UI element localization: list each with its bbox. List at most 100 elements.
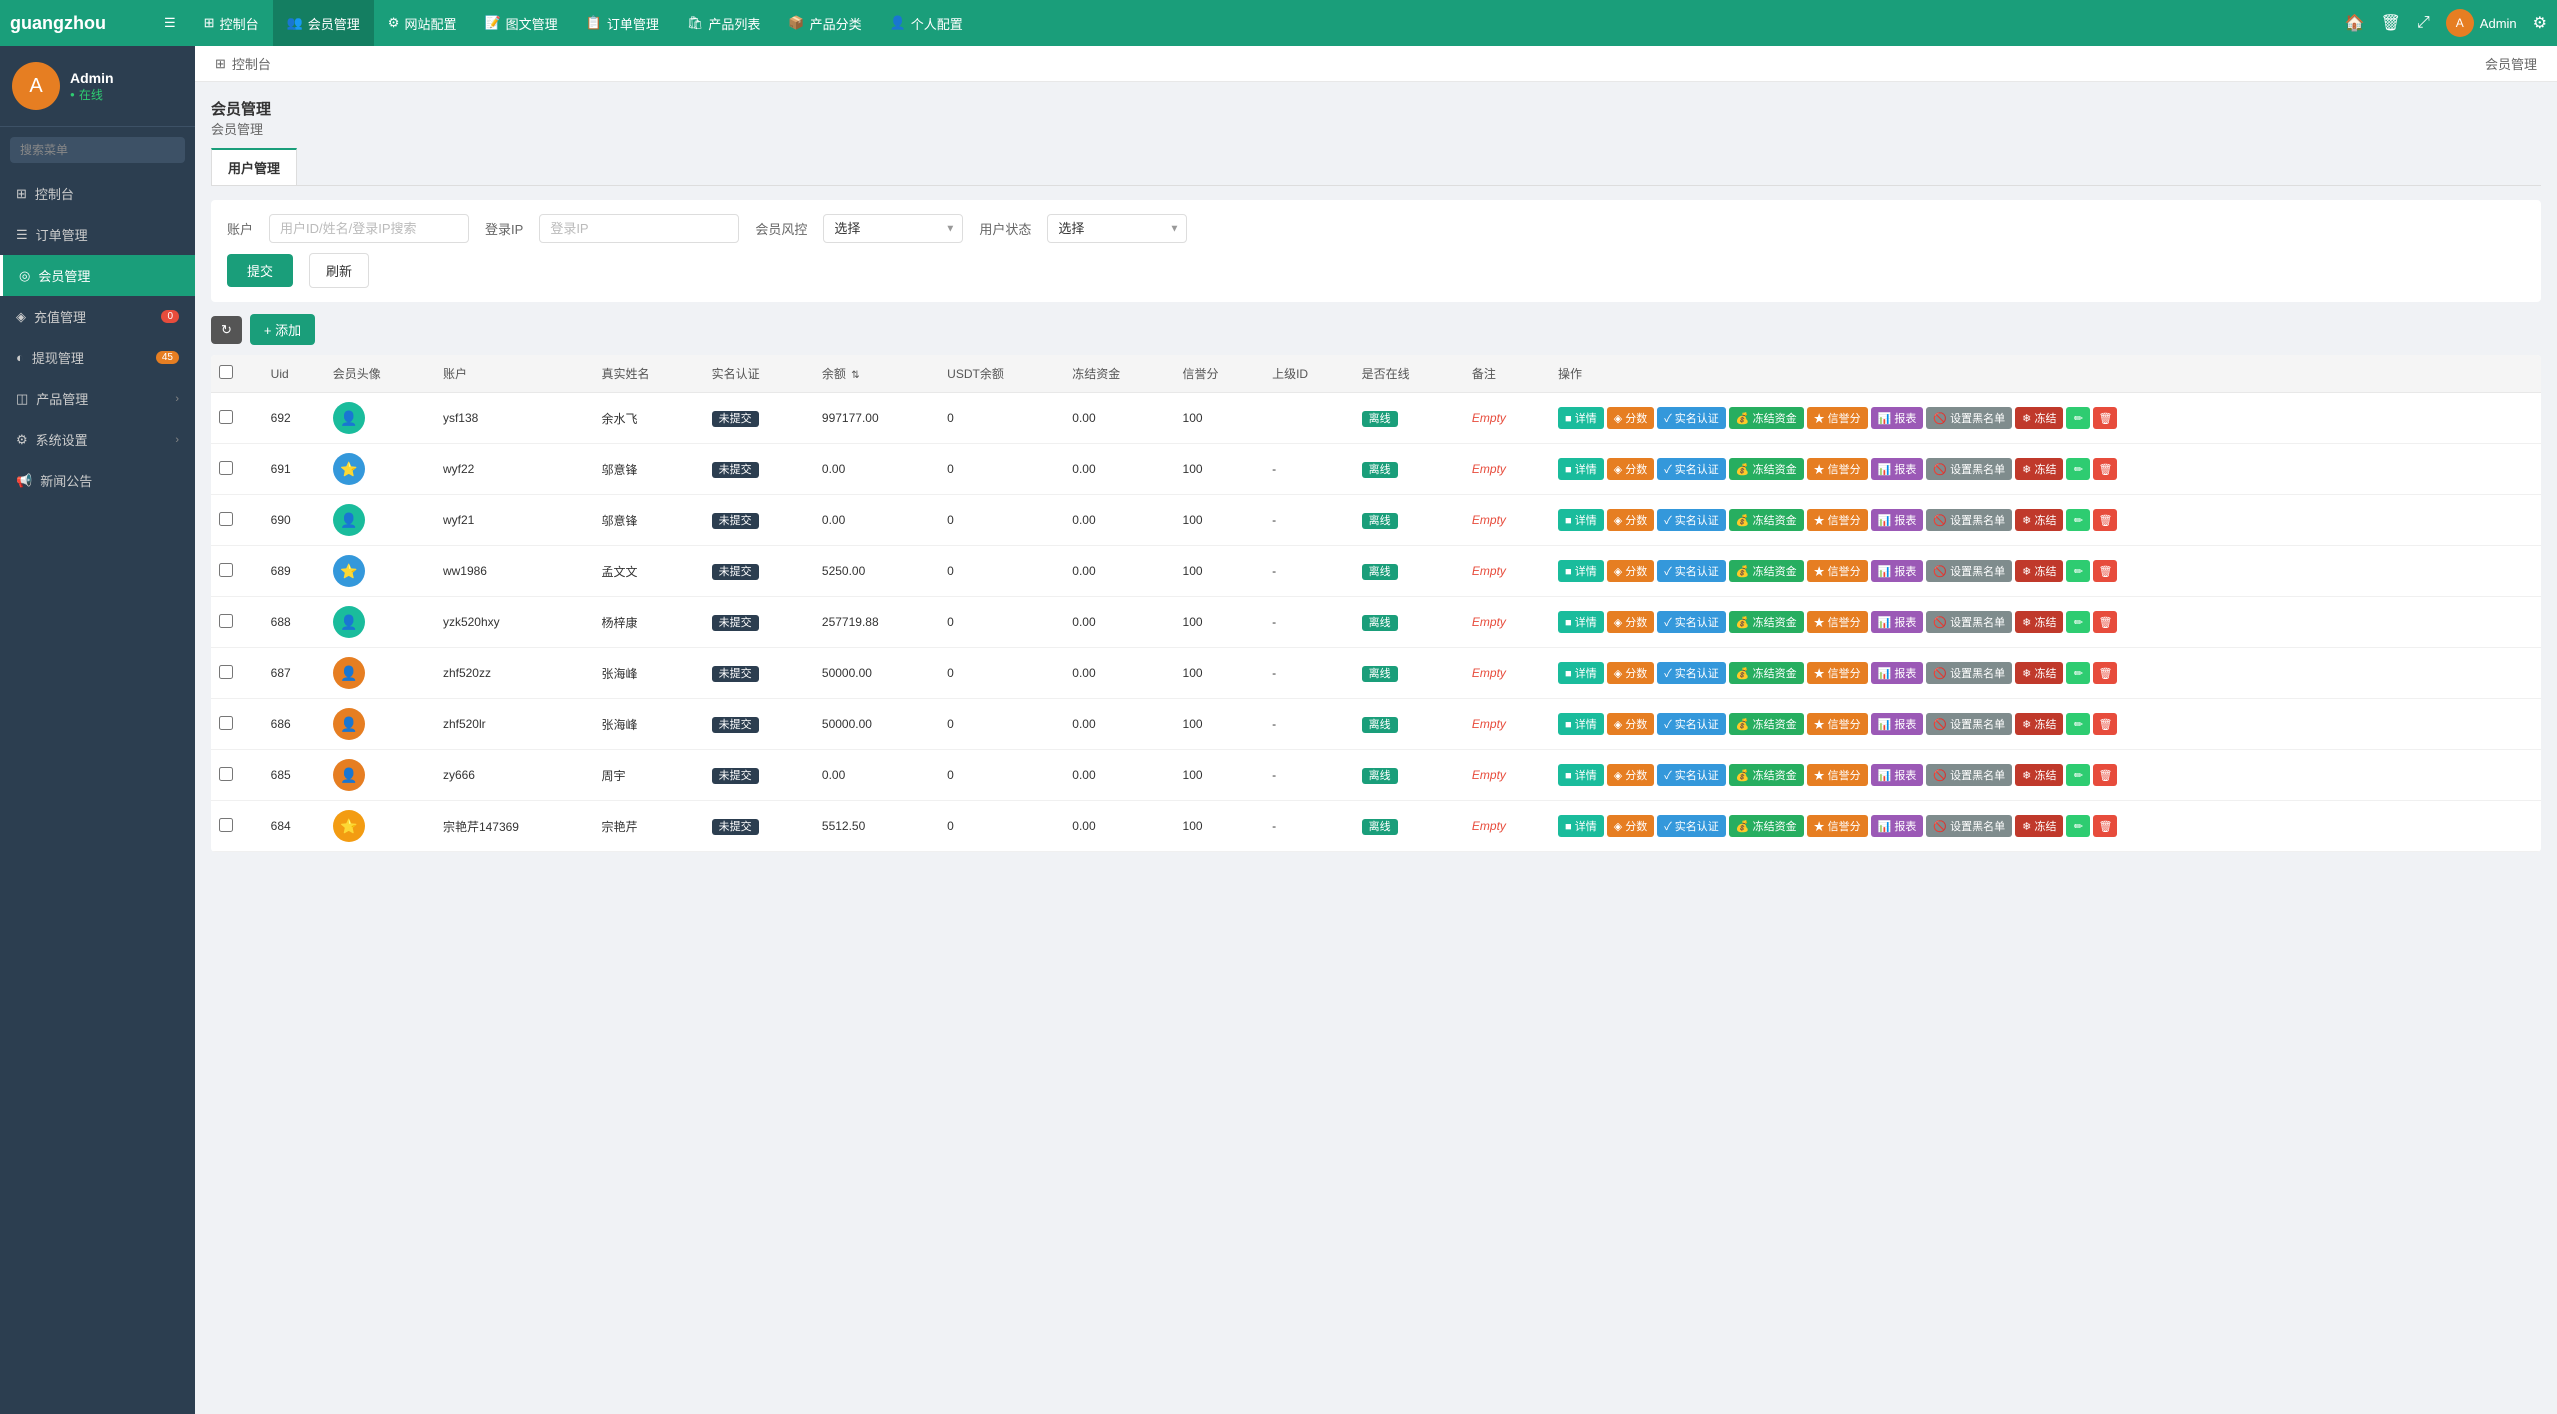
freeze-btn-8[interactable]: ❄ 冻结 bbox=[2015, 815, 2063, 837]
detail-btn-1[interactable]: ■ 详情 bbox=[1558, 458, 1604, 480]
credit-btn-7[interactable]: ★ 信誉分 bbox=[1807, 764, 1868, 786]
expand-icon[interactable]: ⤢ bbox=[2417, 14, 2430, 32]
credit-btn-2[interactable]: ★ 信誉分 bbox=[1807, 509, 1868, 531]
trash-icon[interactable]: 🗑 bbox=[2381, 13, 2401, 33]
score-btn-8[interactable]: ◈ 分数 bbox=[1607, 815, 1655, 837]
verify-btn-8[interactable]: ✓ 实名认证 bbox=[1657, 815, 1726, 837]
delete-btn-8[interactable]: 🗑 bbox=[2093, 815, 2117, 837]
freeze-btn-0[interactable]: ❄ 冻结 bbox=[2015, 407, 2063, 429]
score-btn-5[interactable]: ◈ 分数 bbox=[1607, 662, 1655, 684]
edit-btn-7[interactable]: ✏ bbox=[2066, 764, 2090, 786]
edit-btn-5[interactable]: ✏ bbox=[2066, 662, 2090, 684]
sidebar-item-members[interactable]: ◎ 会员管理 bbox=[0, 255, 195, 296]
blacklist-btn-1[interactable]: 🚫 设置黑名单 bbox=[1926, 458, 2012, 480]
freeze-btn-2[interactable]: ❄ 冻结 bbox=[2015, 509, 2063, 531]
blacklist-btn-5[interactable]: 🚫 设置黑名单 bbox=[1926, 662, 2012, 684]
report-btn-1[interactable]: 📊 报表 bbox=[1871, 458, 1924, 480]
credit-btn-1[interactable]: ★ 信誉分 bbox=[1807, 458, 1868, 480]
blacklist-btn-0[interactable]: 🚫 设置黑名单 bbox=[1926, 407, 2012, 429]
credit-btn-6[interactable]: ★ 信誉分 bbox=[1807, 713, 1868, 735]
edit-btn-4[interactable]: ✏ bbox=[2066, 611, 2090, 633]
member-risk-select[interactable]: 选择 bbox=[823, 214, 963, 243]
freeze-btn-7[interactable]: ❄ 冻结 bbox=[2015, 764, 2063, 786]
login-ip-input[interactable] bbox=[539, 214, 739, 243]
select-all-checkbox[interactable] bbox=[219, 365, 233, 379]
top-settings-icon[interactable]: ⚙ bbox=[2533, 13, 2547, 33]
sidebar-search-input[interactable] bbox=[10, 137, 185, 163]
freeze-btn-3[interactable]: ❄ 冻结 bbox=[2015, 560, 2063, 582]
delete-btn-7[interactable]: 🗑 bbox=[2093, 764, 2117, 786]
delete-btn-4[interactable]: 🗑 bbox=[2093, 611, 2117, 633]
submit-button[interactable]: 提交 bbox=[227, 254, 293, 287]
sidebar-item-news[interactable]: 📢 新闻公告 bbox=[0, 460, 195, 501]
credit-btn-5[interactable]: ★ 信誉分 bbox=[1807, 662, 1868, 684]
delete-btn-0[interactable]: 🗑 bbox=[2093, 407, 2117, 429]
report-btn-7[interactable]: 📊 报表 bbox=[1871, 764, 1924, 786]
row-checkbox-3[interactable] bbox=[219, 563, 233, 577]
freeze-fund-btn-5[interactable]: 💰 冻结资金 bbox=[1729, 662, 1804, 684]
report-btn-2[interactable]: 📊 报表 bbox=[1871, 509, 1924, 531]
detail-btn-3[interactable]: ■ 详情 bbox=[1558, 560, 1604, 582]
report-btn-4[interactable]: 📊 报表 bbox=[1871, 611, 1924, 633]
freeze-fund-btn-8[interactable]: 💰 冻结资金 bbox=[1729, 815, 1804, 837]
freeze-btn-5[interactable]: ❄ 冻结 bbox=[2015, 662, 2063, 684]
nav-dashboard[interactable]: ⊞ 🛡 控制台 控制台 bbox=[190, 0, 273, 46]
edit-btn-2[interactable]: ✏ bbox=[2066, 509, 2090, 531]
row-checkbox-8[interactable] bbox=[219, 818, 233, 832]
sidebar-item-recharge[interactable]: ◈ 充值管理 0 bbox=[0, 296, 195, 337]
edit-btn-6[interactable]: ✏ bbox=[2066, 713, 2090, 735]
row-checkbox-1[interactable] bbox=[219, 461, 233, 475]
delete-btn-5[interactable]: 🗑 bbox=[2093, 662, 2117, 684]
detail-btn-6[interactable]: ■ 详情 bbox=[1558, 713, 1604, 735]
credit-btn-0[interactable]: ★ 信誉分 bbox=[1807, 407, 1868, 429]
score-btn-0[interactable]: ◈ 分数 bbox=[1607, 407, 1655, 429]
score-btn-6[interactable]: ◈ 分数 bbox=[1607, 713, 1655, 735]
nav-articles[interactable]: 📝 图文管理 bbox=[470, 0, 571, 46]
score-btn-1[interactable]: ◈ 分数 bbox=[1607, 458, 1655, 480]
report-btn-8[interactable]: 📊 报表 bbox=[1871, 815, 1924, 837]
detail-btn-4[interactable]: ■ 详情 bbox=[1558, 611, 1604, 633]
credit-btn-8[interactable]: ★ 信誉分 bbox=[1807, 815, 1868, 837]
nav-orders[interactable]: 📋 订单管理 bbox=[572, 0, 673, 46]
detail-btn-5[interactable]: ■ 详情 bbox=[1558, 662, 1604, 684]
freeze-fund-btn-0[interactable]: 💰 冻结资金 bbox=[1729, 407, 1804, 429]
score-btn-3[interactable]: ◈ 分数 bbox=[1607, 560, 1655, 582]
report-btn-3[interactable]: 📊 报表 bbox=[1871, 560, 1924, 582]
edit-btn-0[interactable]: ✏ bbox=[2066, 407, 2090, 429]
freeze-fund-btn-2[interactable]: 💰 冻结资金 bbox=[1729, 509, 1804, 531]
freeze-btn-6[interactable]: ❄ 冻结 bbox=[2015, 713, 2063, 735]
report-btn-5[interactable]: 📊 报表 bbox=[1871, 662, 1924, 684]
row-checkbox-4[interactable] bbox=[219, 614, 233, 628]
home-icon[interactable]: 🏠 bbox=[2345, 13, 2365, 33]
report-btn-0[interactable]: 📊 报表 bbox=[1871, 407, 1924, 429]
freeze-fund-btn-4[interactable]: 💰 冻结资金 bbox=[1729, 611, 1804, 633]
edit-btn-3[interactable]: ✏ bbox=[2066, 560, 2090, 582]
score-btn-7[interactable]: ◈ 分数 bbox=[1607, 764, 1655, 786]
detail-btn-7[interactable]: ■ 详情 bbox=[1558, 764, 1604, 786]
credit-btn-4[interactable]: ★ 信誉分 bbox=[1807, 611, 1868, 633]
row-checkbox-0[interactable] bbox=[219, 410, 233, 424]
nav-site-config[interactable]: ⚙ 网站配置 bbox=[374, 0, 471, 46]
delete-btn-3[interactable]: 🗑 bbox=[2093, 560, 2117, 582]
table-refresh-button[interactable]: ↻ bbox=[211, 316, 242, 344]
report-btn-6[interactable]: 📊 报表 bbox=[1871, 713, 1924, 735]
delete-btn-1[interactable]: 🗑 bbox=[2093, 458, 2117, 480]
detail-btn-8[interactable]: ■ 详情 bbox=[1558, 815, 1604, 837]
blacklist-btn-3[interactable]: 🚫 设置黑名单 bbox=[1926, 560, 2012, 582]
freeze-fund-btn-1[interactable]: 💰 冻结资金 bbox=[1729, 458, 1804, 480]
nav-products[interactable]: 🛍 产品列表 bbox=[673, 0, 775, 46]
account-filter-input[interactable] bbox=[269, 214, 469, 243]
nav-profile[interactable]: 👤 个人配置 bbox=[876, 0, 977, 46]
edit-btn-8[interactable]: ✏ bbox=[2066, 815, 2090, 837]
sidebar-item-dashboard[interactable]: ⊞ 控制台 bbox=[0, 173, 195, 214]
blacklist-btn-6[interactable]: 🚫 设置黑名单 bbox=[1926, 713, 2012, 735]
verify-btn-4[interactable]: ✓ 实名认证 bbox=[1657, 611, 1726, 633]
row-checkbox-2[interactable] bbox=[219, 512, 233, 526]
blacklist-btn-4[interactable]: 🚫 设置黑名单 bbox=[1926, 611, 2012, 633]
freeze-btn-4[interactable]: ❄ 冻结 bbox=[2015, 611, 2063, 633]
row-checkbox-7[interactable] bbox=[219, 767, 233, 781]
nav-control-icon[interactable]: ☰ bbox=[150, 0, 190, 46]
row-checkbox-6[interactable] bbox=[219, 716, 233, 730]
sidebar-item-system[interactable]: ⚙ 系统设置 › bbox=[0, 419, 195, 460]
verify-btn-6[interactable]: ✓ 实名认证 bbox=[1657, 713, 1726, 735]
